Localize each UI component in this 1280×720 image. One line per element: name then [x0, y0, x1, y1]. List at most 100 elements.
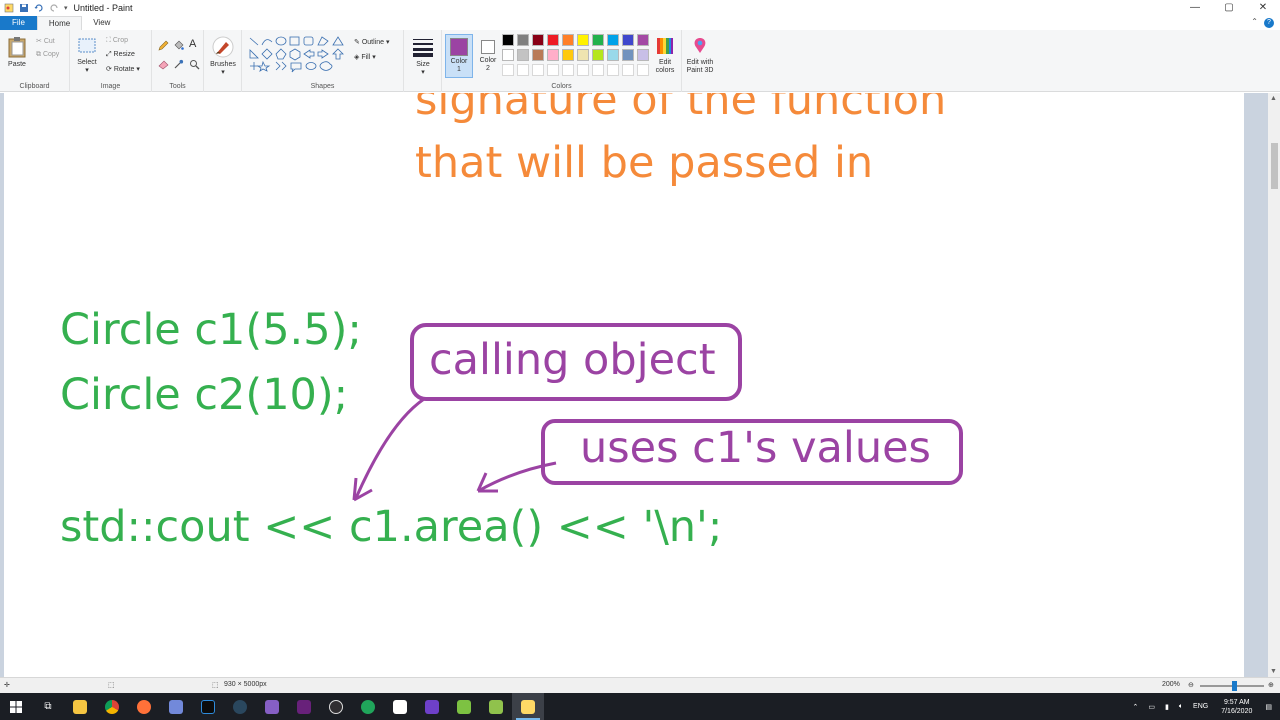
canvas-workspace[interactable]: signature of the function that will be p…	[0, 93, 1268, 677]
palette-swatch[interactable]	[637, 49, 649, 61]
palette-swatch[interactable]	[562, 34, 574, 46]
size-dropdown-icon[interactable]: ▾	[410, 69, 436, 77]
palette-swatch[interactable]	[547, 49, 559, 61]
fill-button[interactable]: ◈ Fill ▾	[354, 53, 376, 61]
language-indicator[interactable]: ENG	[1193, 703, 1208, 710]
outline-button[interactable]: ✎ Outline ▾	[354, 38, 389, 46]
zoom-out-icon[interactable]: ⊖	[1188, 681, 1194, 689]
taskbar-firefox[interactable]	[128, 693, 160, 720]
taskbar-notepad-plus[interactable]	[480, 693, 512, 720]
zoom-slider[interactable]	[1200, 681, 1264, 691]
custom-palette-swatch[interactable]	[592, 64, 604, 76]
collapse-ribbon-icon[interactable]: ⌃	[1251, 17, 1258, 26]
taskbar-github[interactable]	[416, 693, 448, 720]
text-tool-icon[interactable]: A	[189, 38, 196, 50]
scroll-down-icon[interactable]: ▼	[1270, 668, 1277, 675]
rotate-button[interactable]: ⟳ Rotate ▾	[106, 65, 140, 73]
taskbar-terminal[interactable]	[192, 693, 224, 720]
taskbar-notepad[interactable]	[448, 693, 480, 720]
paste-button[interactable]: Paste	[4, 36, 30, 69]
magnifier-icon[interactable]	[189, 59, 200, 70]
custom-palette-swatch[interactable]	[577, 64, 589, 76]
palette-swatch[interactable]	[517, 49, 529, 61]
clock[interactable]: 9:57 AM 7/16/2020	[1221, 698, 1252, 716]
tab-home[interactable]: Home	[36, 16, 83, 30]
task-view-button[interactable]: ⧉	[32, 693, 64, 720]
edit-with-paint3d-button[interactable]: Edit with Paint 3D	[682, 36, 718, 75]
tab-view[interactable]: View	[82, 16, 121, 30]
volume-icon[interactable]: 🔈︎	[1179, 703, 1183, 711]
custom-palette-swatch[interactable]	[607, 64, 619, 76]
custom-palette-swatch[interactable]	[562, 64, 574, 76]
customize-toolbar-icon[interactable]: ▾	[64, 4, 68, 12]
taskbar-discord[interactable]	[160, 693, 192, 720]
select-dropdown-icon[interactable]: ▾	[74, 67, 100, 75]
fill-bucket-icon[interactable]	[173, 40, 184, 51]
eraser-icon[interactable]	[158, 59, 169, 70]
palette-swatch[interactable]	[502, 34, 514, 46]
taskbar-file-explorer[interactable]	[64, 693, 96, 720]
save-icon[interactable]	[19, 3, 29, 13]
taskbar-obs[interactable]	[320, 693, 352, 720]
taskbar-steam[interactable]	[224, 693, 256, 720]
taskbar-chrome[interactable]	[96, 693, 128, 720]
size-button[interactable]: Size ▾	[410, 36, 436, 77]
select-button[interactable]: Select ▾	[74, 36, 100, 75]
custom-palette-swatch[interactable]	[637, 64, 649, 76]
palette-swatch[interactable]	[607, 49, 619, 61]
taskbar-visual-studio-2[interactable]	[256, 693, 288, 720]
color1-button[interactable]: Color 1	[445, 34, 473, 78]
undo-icon[interactable]	[34, 3, 44, 13]
palette-swatch[interactable]	[622, 49, 634, 61]
palette-swatch[interactable]	[547, 34, 559, 46]
palette-swatch[interactable]	[517, 34, 529, 46]
palette-swatch[interactable]	[532, 34, 544, 46]
taskbar-paint[interactable]	[512, 693, 544, 720]
zoom-slider-thumb[interactable]	[1232, 681, 1237, 691]
help-icon[interactable]: ?	[1264, 18, 1274, 28]
custom-palette-swatch[interactable]	[547, 64, 559, 76]
brushes-dropdown-icon[interactable]: ▾	[208, 69, 238, 77]
palette-swatch[interactable]	[562, 49, 574, 61]
battery-icon[interactable]: ▮	[1165, 703, 1169, 711]
crop-button[interactable]: ⛶ Crop	[106, 37, 128, 45]
cut-button[interactable]: ✂ Cut	[36, 37, 55, 45]
scrollbar-thumb[interactable]	[1271, 143, 1278, 189]
tab-file[interactable]: File	[0, 16, 37, 30]
zoom-in-icon[interactable]: ⊕	[1268, 681, 1274, 689]
palette-swatch[interactable]	[622, 34, 634, 46]
palette-swatch[interactable]	[592, 34, 604, 46]
palette-swatch[interactable]	[577, 34, 589, 46]
edit-colors-button[interactable]: Edit colors	[650, 36, 680, 75]
maximize-button[interactable]: ▢	[1212, 0, 1246, 16]
resize-button[interactable]: ⤢ Resize	[106, 51, 135, 59]
palette-swatch[interactable]	[592, 49, 604, 61]
palette-swatch[interactable]	[532, 49, 544, 61]
notifications-icon[interactable]: ▤	[1265, 703, 1272, 711]
network-icon[interactable]: ▭	[1148, 703, 1155, 711]
vertical-scrollbar[interactable]: ▲ ▼	[1268, 93, 1280, 677]
taskbar-visual-studio[interactable]	[288, 693, 320, 720]
color2-button[interactable]: Color 2	[476, 34, 500, 78]
custom-palette-swatch[interactable]	[532, 64, 544, 76]
custom-palette-swatch[interactable]	[517, 64, 529, 76]
palette-swatch[interactable]	[577, 49, 589, 61]
palette-swatch[interactable]	[637, 34, 649, 46]
close-button[interactable]: ✕	[1246, 0, 1280, 16]
shapes-gallery-icon[interactable]	[248, 36, 348, 76]
custom-palette-swatch[interactable]	[502, 64, 514, 76]
brushes-button[interactable]: Brushes ▾	[208, 36, 238, 77]
redo-icon[interactable]	[49, 3, 59, 13]
start-button[interactable]	[0, 693, 32, 720]
pencil-icon[interactable]	[158, 40, 169, 51]
copy-button[interactable]: ⧉ Copy	[36, 51, 59, 59]
taskbar-git[interactable]	[352, 693, 384, 720]
color-picker-icon[interactable]	[173, 59, 184, 70]
minimize-button[interactable]: —	[1178, 0, 1212, 16]
palette-swatch[interactable]	[502, 49, 514, 61]
custom-palette-swatch[interactable]	[622, 64, 634, 76]
palette-swatch[interactable]	[607, 34, 619, 46]
scroll-up-icon[interactable]: ▲	[1270, 95, 1277, 102]
taskbar-unity[interactable]	[384, 693, 416, 720]
tray-overflow-icon[interactable]: ⌃	[1132, 703, 1138, 711]
